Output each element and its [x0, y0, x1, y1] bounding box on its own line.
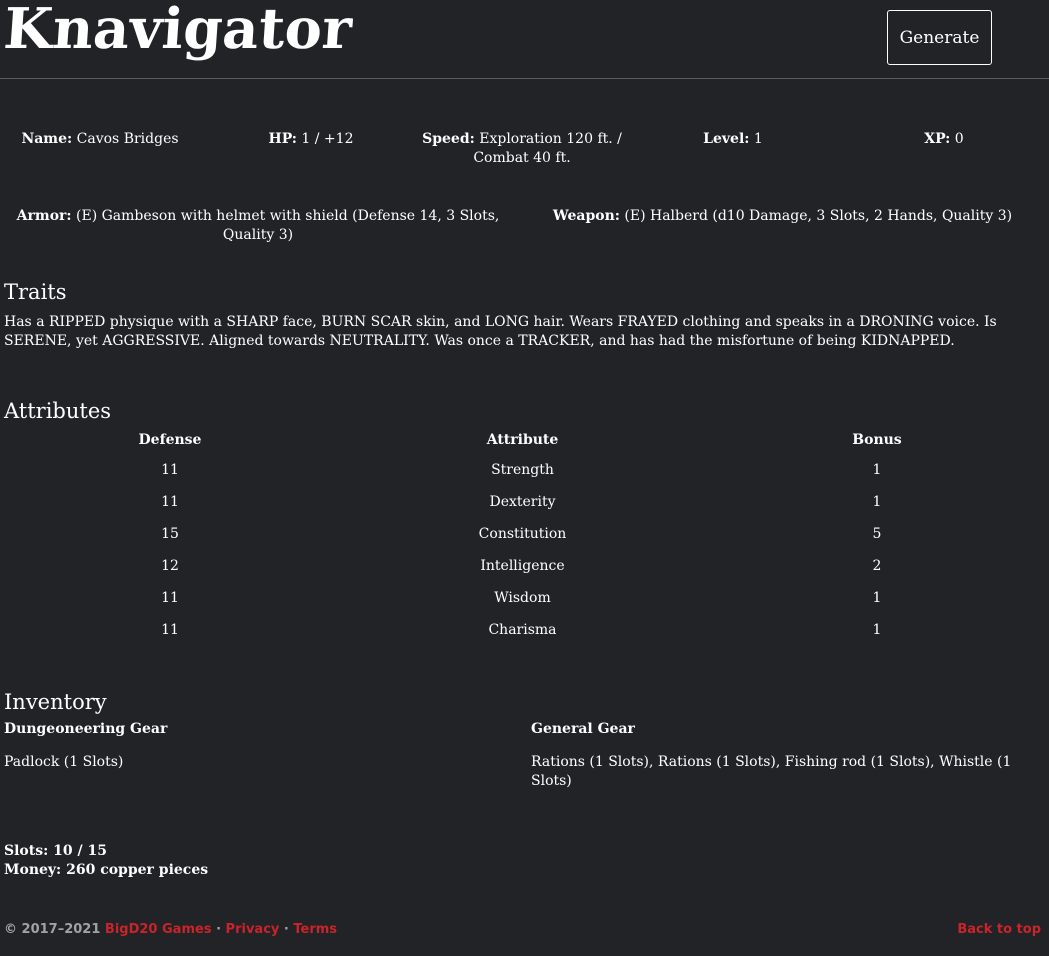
slots-count: Slots: 10 / 15: [4, 843, 107, 859]
bonus-cell: 1: [872, 494, 882, 510]
terms-link[interactable]: Terms: [293, 922, 337, 937]
armor-label: Armor:: [16, 208, 72, 224]
name-label: Name:: [21, 131, 73, 147]
attribute-cell: Dexterity: [489, 494, 556, 510]
inventory-summary: Slots: 10 / 15 Money: 260 copper pieces: [4, 842, 208, 880]
general-gear-items: Rations (1 Slots), Rations (1 Slots), Fi…: [531, 753, 1031, 791]
table-row: 11 Strength 1: [0, 454, 1049, 486]
attribute-cell: Intelligence: [480, 558, 565, 574]
stat-level: Level: 1: [622, 130, 844, 168]
speed-value-line2: Combat 40 ft.: [473, 150, 571, 166]
level-value: 1: [753, 131, 763, 147]
speed-value-line1: Exploration 120 ft. /: [479, 131, 622, 147]
defense-cell: 12: [161, 558, 179, 574]
attribute-cell: Charisma: [488, 622, 557, 638]
site-header: Knavigator Generate: [0, 0, 1049, 79]
traits-description: Has a RIPPED physique with a SHARP face,…: [4, 314, 997, 349]
table-row: 12 Intelligence 2: [0, 550, 1049, 582]
attributes-table: Defense Attribute Bonus 11 Strength 1 11…: [0, 426, 1049, 646]
table-row: 11 Dexterity 1: [0, 486, 1049, 518]
table-row: 15 Constitution 5: [0, 518, 1049, 550]
table-row: 11 Wisdom 1: [0, 582, 1049, 614]
stat-name: Name: Cavos Bridges: [0, 130, 200, 168]
defense-cell: 11: [161, 494, 179, 510]
footer-separator: ·: [211, 922, 226, 937]
stat-speed: Speed: Exploration 120 ft. / Combat 40 f…: [422, 130, 622, 168]
hp-label: HP:: [268, 131, 297, 147]
armor-value-line1: (E) Gambeson with helmet with shield (De…: [76, 208, 500, 224]
xp-value: 0: [954, 131, 964, 147]
general-gear-label: General Gear: [531, 721, 635, 737]
stats-row-equipment: Armor: (E) Gambeson with helmet with shi…: [0, 207, 1049, 245]
general-gear-line1: Rations (1 Slots), Rations (1 Slots), Fi…: [531, 754, 1012, 770]
hp-value: 1 / +12: [301, 131, 354, 147]
attributes-heading: Attributes: [4, 399, 112, 423]
column-header-attribute: Attribute: [486, 432, 559, 448]
footer-separator: ·: [279, 922, 294, 937]
defense-cell: 11: [161, 462, 179, 478]
defense-cell: 11: [161, 622, 179, 638]
copyright-text: © 2017–2021: [4, 922, 101, 937]
traits-heading: Traits: [4, 280, 67, 304]
attribute-cell: Strength: [491, 462, 554, 478]
column-header-bonus: Bonus: [852, 432, 902, 448]
site-footer: © 2017–2021 BigD20 Games · Privacy · Ter…: [4, 922, 337, 937]
name-value: Cavos Bridges: [76, 131, 179, 147]
table-row: 11 Charisma 1: [0, 614, 1049, 646]
dungeoneering-gear-items: Padlock (1 Slots): [4, 754, 124, 770]
company-link[interactable]: BigD20 Games: [105, 922, 212, 937]
stat-armor: Armor: (E) Gambeson with helmet with shi…: [0, 207, 516, 245]
bonus-cell: 5: [872, 526, 882, 542]
defense-cell: 11: [161, 590, 179, 606]
bonus-cell: 2: [872, 558, 882, 574]
generate-button[interactable]: Generate: [887, 10, 992, 65]
weapon-value: (E) Halberd (d10 Damage, 3 Slots, 2 Hand…: [624, 208, 1013, 224]
weapon-label: Weapon:: [552, 208, 620, 224]
bonus-cell: 1: [872, 622, 882, 638]
site-logo[interactable]: Knavigator: [2, 0, 354, 62]
general-gear-line2: Slots): [531, 773, 572, 789]
inventory-heading: Inventory: [4, 690, 107, 714]
bonus-cell: 1: [872, 590, 882, 606]
xp-label: XP:: [924, 131, 951, 147]
armor-value-line2: Quality 3): [222, 227, 294, 243]
speed-label: Speed:: [422, 131, 475, 147]
defense-cell: 15: [161, 526, 179, 542]
stat-weapon: Weapon: (E) Halberd (d10 Damage, 3 Slots…: [516, 207, 1049, 245]
column-header-defense: Defense: [138, 432, 202, 448]
dungeoneering-gear-label: Dungeoneering Gear: [4, 721, 168, 737]
attributes-header-row: Defense Attribute Bonus: [0, 426, 1049, 454]
stats-row-primary: Name: Cavos Bridges HP: 1 / +12 Speed: E…: [0, 130, 1049, 168]
level-label: Level:: [703, 131, 750, 147]
back-to-top-link[interactable]: Back to top: [957, 922, 1041, 937]
stat-hp: HP: 1 / +12: [200, 130, 422, 168]
privacy-link[interactable]: Privacy: [226, 922, 280, 937]
attribute-cell: Constitution: [478, 526, 567, 542]
attribute-cell: Wisdom: [494, 590, 551, 606]
money-amount: Money: 260 copper pieces: [4, 862, 209, 878]
stat-xp: XP: 0: [844, 130, 1044, 168]
bonus-cell: 1: [872, 462, 882, 478]
